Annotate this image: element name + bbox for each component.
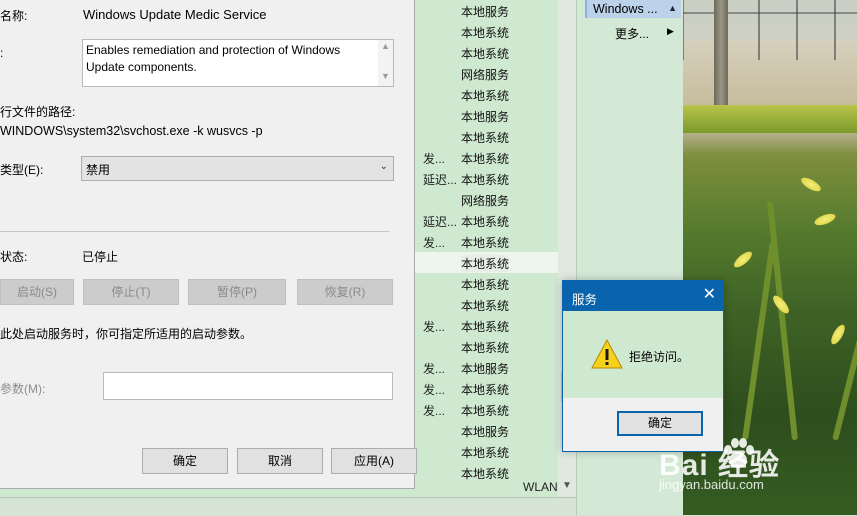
pause-button[interactable]: 暂停(P) xyxy=(188,279,286,305)
table-row[interactable]: 网络服务 xyxy=(415,63,560,84)
ok-button[interactable]: 确定 xyxy=(142,448,228,474)
table-row[interactable]: 本地系统 xyxy=(415,21,560,42)
service-properties-dialog: 名称: Windows Update Medic Service : Enabl… xyxy=(0,0,417,489)
logon-as-cell: 本地系统 xyxy=(461,278,510,292)
logon-as-cell: 本地系统 xyxy=(461,255,510,272)
warning-icon xyxy=(591,339,623,369)
logon-as-cell: 本地系统 xyxy=(461,131,510,145)
startup-type-cell: 延迟... xyxy=(423,173,458,187)
logon-as-cell: 本地系统 xyxy=(461,173,510,187)
startup-type-cell: 发... xyxy=(423,383,446,397)
actions-more[interactable]: 更多... xyxy=(615,25,649,42)
start-button[interactable]: 启动(S) xyxy=(0,279,74,305)
baidu-watermark: Bai 经验 jingyan.baidu.com xyxy=(655,438,855,500)
table-row[interactable]: 本地系统 xyxy=(415,84,560,105)
status-label: 状态: xyxy=(0,250,28,264)
table-row[interactable]: 延迟... 本地系统 xyxy=(415,210,560,231)
table-row[interactable]: 本地系统 xyxy=(415,42,560,63)
cancel-button[interactable]: 取消 xyxy=(237,448,323,474)
table-row[interactable]: 本地系统 xyxy=(415,294,560,315)
logon-as-cell: 本地系统 xyxy=(461,383,510,397)
watermark-url: jingyan.baidu.com xyxy=(659,477,764,492)
logon-as-cell: 本地系统 xyxy=(461,404,510,418)
scroll-down-icon[interactable]: ▼ xyxy=(381,71,390,81)
scroll-down-arrow-icon[interactable]: ▼ xyxy=(561,480,573,491)
table-row[interactable]: 延迟... 本地系统 xyxy=(415,168,560,189)
table-row[interactable]: 发... 本地系统 xyxy=(415,147,560,168)
collapse-up-icon[interactable]: ▲ xyxy=(668,3,677,13)
logon-as-cell: 本地服务 xyxy=(461,110,510,124)
logon-as-cell: 本地系统 xyxy=(461,215,510,229)
apply-button[interactable]: 应用(A) xyxy=(331,448,417,474)
table-row[interactable]: 本地系统 xyxy=(415,252,560,273)
close-icon[interactable]: ✕ xyxy=(703,286,716,304)
services-list[interactable]: 本地服务 本地系统 本地系统 网络服务 本地系统 本地服务 本地系统 发... 本地系统 延迟..… xyxy=(415,0,560,497)
actions-header-label: Windows ... xyxy=(593,2,658,16)
stop-button[interactable]: 停止(T) xyxy=(83,279,179,305)
startup-type-value: 禁用 xyxy=(86,163,111,177)
exe-path-value: WINDOWS\system32\svchost.exe -k wusvcs -… xyxy=(0,124,263,138)
baidu-paw-icon xyxy=(724,438,754,468)
startup-type-label: 类型(E): xyxy=(0,163,44,177)
start-params-hint: 此处启动服务时，你可指定所适用的启动参数。 xyxy=(0,327,253,341)
table-row[interactable]: 本地服务 xyxy=(415,105,560,126)
table-row[interactable]: 本地系统 xyxy=(415,336,560,357)
exe-path-label: 行文件的路径: xyxy=(0,105,76,119)
description-textbox[interactable]: Enables remediation and protection of Wi… xyxy=(82,39,394,87)
table-row[interactable]: 发... 本地系统 xyxy=(415,378,560,399)
scroll-up-icon[interactable]: ▲ xyxy=(381,41,390,51)
params-label: 参数(M): xyxy=(0,382,46,396)
access-denied-dialog: 服务 ✕ 拒绝访问。 确定 xyxy=(562,280,724,452)
logon-as-cell: 网络服务 xyxy=(461,68,510,82)
table-row[interactable]: 本地系统 xyxy=(415,273,560,294)
logon-as-cell: 本地系统 xyxy=(461,236,510,250)
description-scrollbar[interactable]: ▲ ▼ xyxy=(378,40,393,86)
startup-type-select[interactable]: 禁用 ⌄ xyxy=(81,156,394,181)
logon-as-cell: 本地系统 xyxy=(461,467,510,481)
startup-type-cell: 发... xyxy=(423,404,446,418)
startup-type-cell: 延迟... xyxy=(423,215,458,229)
logon-as-cell: 本地服务 xyxy=(461,362,510,376)
logon-as-cell: 本地系统 xyxy=(461,89,510,103)
table-row[interactable]: 发... 本地服务 xyxy=(415,357,560,378)
logon-as-cell: 本地系统 xyxy=(461,299,510,313)
logon-as-cell: 本地系统 xyxy=(461,26,510,40)
chevron-down-icon: ⌄ xyxy=(379,161,388,172)
service-name-value: Windows Update Medic Service xyxy=(83,7,267,22)
description-text: Enables remediation and protection of Wi… xyxy=(86,43,341,74)
table-row[interactable]: 发... 本地系统 xyxy=(415,399,560,420)
dialog-titlebar[interactable]: 服务 ✕ xyxy=(563,281,723,311)
table-row[interactable]: 本地服务 xyxy=(415,0,560,21)
service-name-label: 名称: xyxy=(0,9,28,23)
table-row[interactable]: 发... 本地系统 xyxy=(415,315,560,336)
table-row[interactable]: 发... 本地系统 xyxy=(415,231,560,252)
logon-as-cell: 本地系统 xyxy=(461,320,510,334)
startup-type-cell: 发... xyxy=(423,152,446,166)
logon-as-cell: 本地系统 xyxy=(461,341,510,355)
table-row[interactable]: 本地系统 xyxy=(415,126,560,147)
submenu-arrow-icon: ▶ xyxy=(667,26,674,36)
error-message: 拒绝访问。 xyxy=(629,350,690,364)
table-row[interactable]: 本地服务 xyxy=(415,420,560,441)
logon-as-cell: 本地系统 xyxy=(461,446,510,460)
dialog-title: 服务 xyxy=(572,293,598,307)
divider xyxy=(0,231,389,232)
description-label: : xyxy=(0,46,4,60)
start-params-input[interactable] xyxy=(103,372,393,400)
services-list-last-row[interactable]: WLAN Direct 服务连接管... 管理... 手动(触发... 本地服务 xyxy=(523,478,560,497)
logon-as-cell: 网络服务 xyxy=(461,194,510,208)
startup-type-cell: 发... xyxy=(423,362,446,376)
logon-as-cell: 本地系统 xyxy=(461,47,510,61)
table-row[interactable]: 本地系统 xyxy=(415,441,560,462)
logon-as-cell: 本地服务 xyxy=(461,5,510,19)
startup-type-cell: 发... xyxy=(423,320,446,334)
logon-as-cell: 本地系统 xyxy=(461,152,510,166)
status-value: 已停止 xyxy=(82,250,119,264)
startup-type-cell: 发... xyxy=(423,236,446,250)
table-row[interactable]: 网络服务 xyxy=(415,189,560,210)
actions-header[interactable]: Windows ... ▲ xyxy=(585,0,681,18)
logon-as-cell: 本地服务 xyxy=(461,425,510,439)
dialog-ok-button[interactable]: 确定 xyxy=(617,411,703,436)
resume-button[interactable]: 恢复(R) xyxy=(297,279,393,305)
